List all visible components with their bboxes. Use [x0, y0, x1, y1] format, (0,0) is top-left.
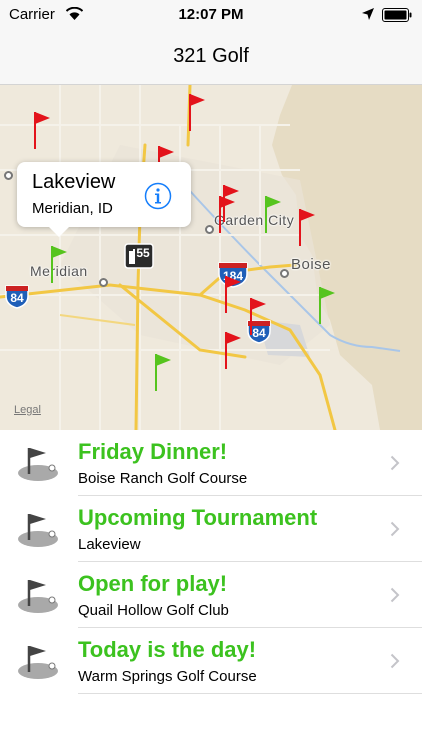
- golf-flag-icon: [18, 646, 58, 679]
- legal-link[interactable]: Legal: [14, 404, 41, 416]
- status-bar: Carrier 12:07 PM: [0, 0, 422, 30]
- green-flag-pin-icon[interactable]: [264, 195, 282, 235]
- callout-pointer: [49, 227, 69, 237]
- interstate-84-west-number: 84: [10, 291, 24, 305]
- red-flag-pin-icon[interactable]: [218, 195, 236, 235]
- list-item[interactable]: Upcoming Tournament Lakeview: [0, 496, 422, 562]
- callout-subtitle: Meridian, ID: [32, 200, 113, 217]
- chevron-right-icon: [390, 587, 400, 603]
- interstate-shield-84-west: 84: [4, 283, 30, 309]
- chevron-right-icon: [390, 521, 400, 537]
- red-flag-pin-icon[interactable]: [298, 208, 316, 248]
- place-dot-meridian: [99, 278, 108, 287]
- green-flag-pin-icon[interactable]: [318, 286, 336, 326]
- place-label-boise: Boise: [291, 256, 332, 273]
- list-item-subtitle: Quail Hollow Golf Club: [78, 602, 229, 619]
- list-item-title: Open for play!: [78, 571, 228, 596]
- battery-icon: [382, 8, 412, 22]
- list-item[interactable]: Today is the day! Warm Springs Golf Cour…: [0, 628, 422, 694]
- chevron-right-icon: [390, 653, 400, 669]
- red-flag-pin-icon[interactable]: [33, 111, 51, 151]
- red-flag-pin-icon[interactable]: [224, 275, 242, 315]
- clock: 12:07 PM: [178, 6, 244, 23]
- page-title: 321 Golf: [173, 45, 249, 67]
- list-item[interactable]: Open for play! Quail Hollow Golf Club: [0, 562, 422, 628]
- place-dot-boise: [280, 269, 289, 278]
- location-arrow-icon: [362, 8, 374, 20]
- green-flag-pin-icon[interactable]: [154, 353, 172, 393]
- chevron-right-icon: [390, 455, 400, 471]
- list-item-subtitle: Warm Springs Golf Course: [78, 668, 257, 685]
- red-flag-pin-icon[interactable]: [249, 297, 267, 337]
- golf-flag-icon: [18, 580, 58, 613]
- red-flag-pin-icon[interactable]: [188, 93, 206, 133]
- state-route-55-number: 55: [136, 246, 150, 260]
- red-flag-pin-icon[interactable]: [224, 331, 242, 371]
- list-item-subtitle: Boise Ranch Golf Course: [78, 470, 248, 487]
- row-separator: [78, 693, 422, 694]
- green-flag-pin-icon[interactable]: [50, 245, 68, 285]
- list-item-title: Friday Dinner!: [78, 439, 228, 464]
- golf-flag-icon: [18, 514, 58, 547]
- list-item[interactable]: Friday Dinner! Boise Ranch Golf Course: [0, 430, 422, 496]
- navigation-bar: 321 Golf: [0, 30, 422, 85]
- golf-flag-icon: [18, 448, 58, 481]
- state-route-shield-55: 55: [124, 243, 154, 269]
- map-view[interactable]: Meridian Garden City Boise 84 184 84 55 …: [0, 85, 422, 430]
- callout-title: Lakeview: [32, 171, 116, 193]
- list-item-title: Upcoming Tournament: [78, 505, 318, 530]
- place-dot-garden-city: [205, 225, 214, 234]
- info-icon[interactable]: [144, 182, 172, 210]
- map-callout[interactable]: Lakeview Meridian, ID: [17, 162, 191, 237]
- place-dot-small-town: [4, 171, 13, 180]
- list-item-subtitle: Lakeview: [78, 536, 141, 553]
- course-list: Friday Dinner! Boise Ranch Golf Course U…: [0, 430, 422, 694]
- list-item-title: Today is the day!: [78, 637, 257, 662]
